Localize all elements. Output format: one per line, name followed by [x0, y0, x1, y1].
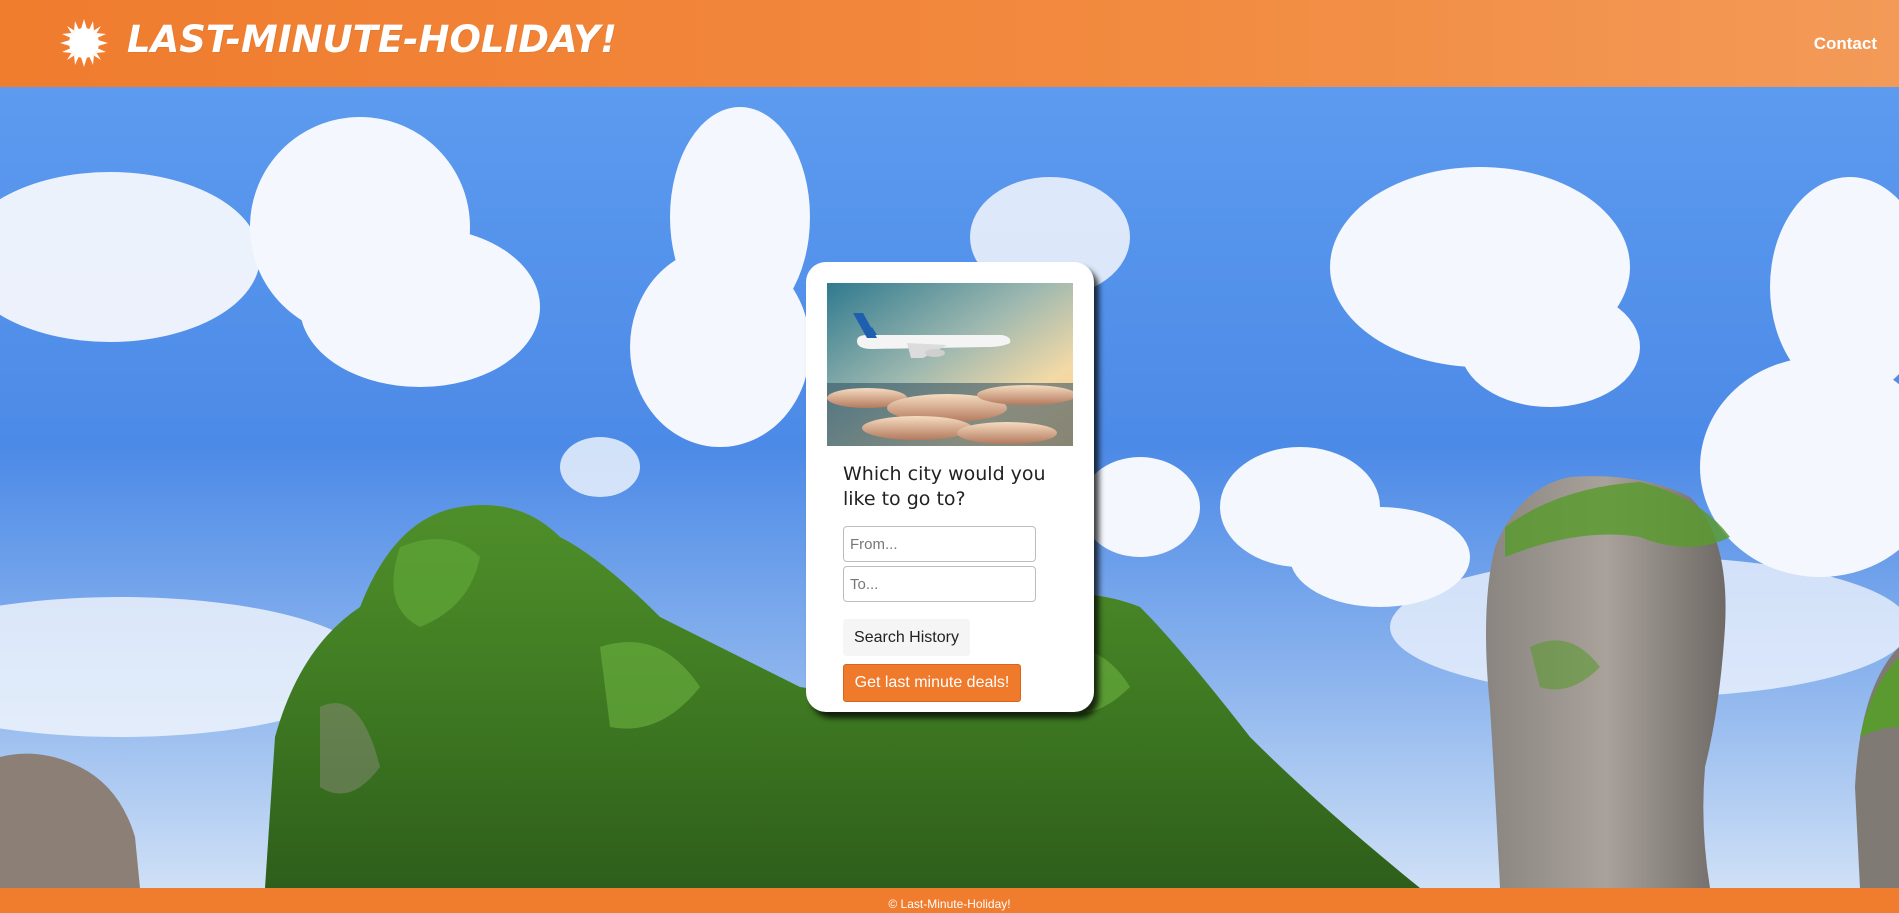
airplane-above-clouds-image — [827, 283, 1073, 446]
site-footer: © Last-Minute-Holiday! — [0, 888, 1899, 913]
nav-contact-link[interactable]: Contact — [1814, 34, 1877, 54]
brand-title[interactable]: LAST-MINUTE-HOLIDAY! — [127, 18, 617, 61]
sun-icon[interactable] — [60, 19, 108, 67]
site-header: LAST-MINUTE-HOLIDAY! Contact — [0, 0, 1899, 87]
get-deals-button[interactable]: Get last minute deals! — [843, 664, 1021, 702]
search-history-button[interactable]: Search History — [843, 619, 970, 656]
copyright-text: © Last-Minute-Holiday! — [888, 897, 1011, 911]
search-card: Which city would you like to go to? Sear… — [806, 262, 1094, 712]
airplane-photo — [827, 283, 1073, 446]
destination-question: Which city would you like to go to? — [843, 463, 1046, 510]
from-input[interactable] — [843, 526, 1036, 562]
to-input[interactable] — [843, 566, 1036, 602]
